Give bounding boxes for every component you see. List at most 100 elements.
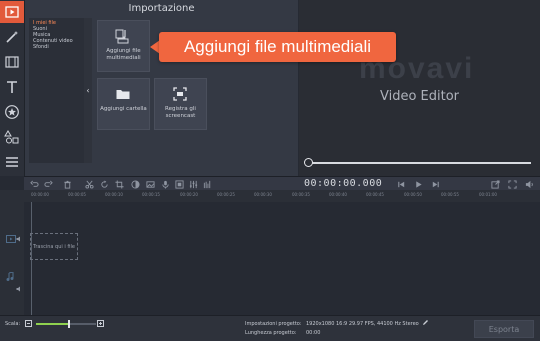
audio-meter-button[interactable]: [202, 179, 212, 189]
left-toolbar: [0, 0, 25, 176]
ruler-tick-label: 00:00:05: [68, 192, 86, 197]
previous-frame-button[interactable]: [396, 179, 406, 189]
drop-zone[interactable]: Trascina qui i file: [30, 233, 78, 260]
external-window-icon: [490, 179, 500, 189]
add-folder-button[interactable]: Aggiungi cartella: [97, 78, 150, 130]
audio-bars-icon: [203, 180, 210, 188]
film-icon: [5, 6, 19, 18]
chevron-left-icon: ‹: [86, 86, 90, 95]
ruler-tick-label: 00:00:50: [404, 192, 422, 197]
scale-slider[interactable]: [36, 320, 96, 328]
ruler-tick-label: 00:00:00: [31, 192, 49, 197]
video-track-icon: [6, 235, 16, 243]
project-settings-value: 1920x1080 16:9 29.97 FPS, 44100 Hz Stere…: [306, 321, 419, 327]
skip-forward-icon: [432, 181, 439, 187]
volume-button[interactable]: [524, 179, 534, 189]
more-tools-button[interactable]: [0, 151, 24, 173]
ruler-tick-label: 00:00:40: [329, 192, 347, 197]
video-track-mute-icon[interactable]: [16, 236, 22, 242]
rotate-icon: [100, 179, 108, 188]
project-settings-label: Impostazioni progetto:: [245, 321, 302, 327]
shapes-tool-button[interactable]: [0, 126, 24, 148]
detach-player-button[interactable]: [490, 179, 500, 189]
fullscreen-icon: [507, 179, 517, 189]
scale-slider-fill: [36, 323, 69, 325]
audio-track-icon: [6, 272, 14, 281]
equalizer-button[interactable]: [188, 179, 198, 189]
undo-button[interactable]: [29, 179, 39, 189]
scrubber-handle[interactable]: [304, 158, 313, 167]
audio-track-mute-icon[interactable]: [16, 286, 22, 292]
transition-icon: [5, 56, 19, 68]
scrubber-track[interactable]: [309, 162, 531, 164]
ruler-tick-label: 00:00:15: [142, 192, 160, 197]
category-list: I miei file Suoni Musica Contenuti video…: [29, 18, 84, 163]
trash-icon: [63, 180, 71, 189]
video-preview: movavi Video Editor: [299, 0, 540, 152]
add-folder-label: Aggiungi cartella: [100, 106, 147, 112]
speaker-icon: [525, 180, 533, 188]
ruler-tick-label: 00:00:25: [217, 192, 235, 197]
media-files-icon: [115, 29, 129, 44]
titles-tool-button[interactable]: [0, 76, 24, 98]
star-icon: [5, 105, 19, 119]
timeline-area[interactable]: Trascina qui i file: [24, 202, 540, 315]
scale-slider-handle[interactable]: [68, 320, 70, 328]
skip-back-icon: [397, 181, 404, 187]
transitions-tool-button[interactable]: [0, 51, 24, 73]
zoom-out-icon[interactable]: [25, 320, 32, 327]
media-properties-button[interactable]: [145, 179, 155, 189]
zoom-in-icon[interactable]: [97, 320, 104, 327]
delete-button[interactable]: [62, 179, 72, 189]
folder-icon: [116, 90, 130, 99]
collapse-panel-button[interactable]: ‹: [84, 18, 92, 163]
add-media-button[interactable]: Aggiungi file multimediali: [97, 20, 150, 72]
ruler-tick-label: 00:00:35: [292, 192, 310, 197]
crop-button[interactable]: [114, 179, 124, 189]
record-screencast-button[interactable]: Registra gli screencast: [154, 78, 207, 130]
import-panel: Importazione I miei file Suoni Musica Co…: [25, 0, 298, 176]
equalizer-icon: [189, 180, 197, 188]
crop-icon: [114, 179, 124, 189]
category-item[interactable]: Sfondi: [29, 44, 84, 50]
text-icon: [7, 81, 17, 93]
ruler-tick-label: 00:00:55: [441, 192, 459, 197]
track-headers: [0, 190, 25, 315]
contrast-icon: [130, 179, 140, 189]
undo-icon: [29, 180, 39, 187]
rotate-button[interactable]: [99, 179, 109, 189]
project-length-label: Lunghezza progetto:: [245, 330, 297, 336]
add-media-label: Aggiungi file multimediali: [106, 48, 141, 61]
pencil-icon[interactable]: [422, 319, 429, 326]
stickers-tool-button[interactable]: [0, 101, 24, 123]
scissors-icon: [84, 180, 94, 189]
image-icon: [145, 180, 155, 188]
filters-tool-button[interactable]: [0, 26, 24, 48]
ruler-tick-label: 00:00:45: [366, 192, 384, 197]
screen-capture-icon: [173, 87, 187, 101]
microphone-icon: [161, 180, 169, 189]
shapes-icon: [4, 130, 19, 144]
edit-toolbar: 00:00:00.000: [24, 176, 540, 191]
tooltip-callout: Aggiungi file multimediali: [159, 32, 396, 62]
export-button[interactable]: Esporta: [474, 320, 534, 338]
split-button[interactable]: [84, 179, 94, 189]
import-tool-button[interactable]: [0, 1, 24, 23]
ruler-tick-label: 00:00:10: [105, 192, 123, 197]
record-screencast-label: Registra gli screencast: [165, 106, 196, 119]
preview-scrubber[interactable]: [299, 152, 540, 176]
record-audio-button[interactable]: [160, 179, 170, 189]
magic-wand-icon: [6, 31, 18, 43]
next-frame-button[interactable]: [430, 179, 440, 189]
import-panel-title: Importazione: [128, 3, 195, 14]
menu-icon: [6, 157, 18, 167]
play-button[interactable]: [413, 179, 423, 189]
color-adjust-button[interactable]: [130, 179, 140, 189]
scale-label: Scala:: [5, 321, 21, 327]
status-bar: Scala: Impostazioni progetto: 1920x1080 …: [0, 315, 540, 341]
ruler-tick-label: 00:01:00: [479, 192, 497, 197]
ruler-tick-label: 00:00:30: [254, 192, 272, 197]
redo-button[interactable]: [43, 179, 53, 189]
highlight-button[interactable]: [174, 179, 184, 189]
fullscreen-button[interactable]: [507, 179, 517, 189]
